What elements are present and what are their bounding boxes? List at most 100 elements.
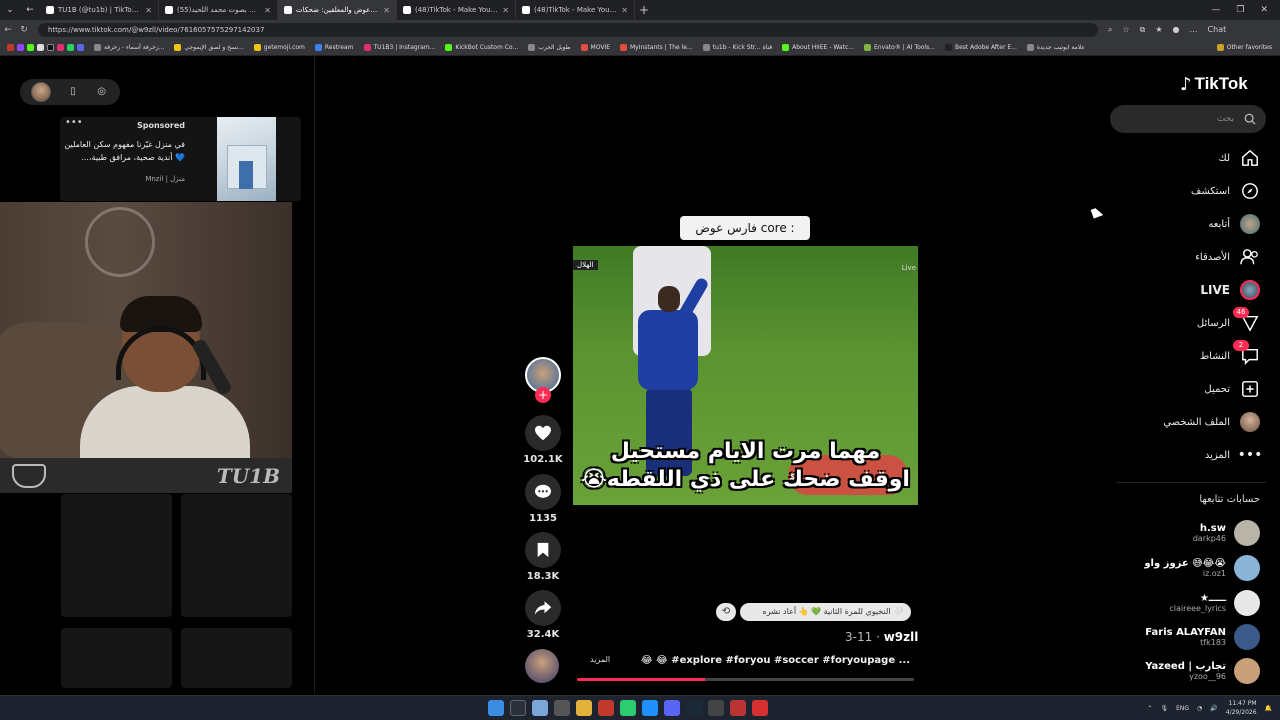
following-account[interactable]: Yazeed | تجارب yzoo__96 — [1145, 655, 1260, 687]
nav-item-more[interactable]: المزيد ••• — [1205, 443, 1263, 467]
task-view-icon[interactable] — [554, 700, 570, 716]
obs-icon[interactable] — [730, 700, 746, 716]
back-icon[interactable]: ← — [0, 25, 16, 35]
share-button[interactable] — [525, 590, 561, 626]
notification-icon[interactable]: 🔔 — [1265, 705, 1272, 712]
following-account[interactable]: عزوز واو 😅😂😭 iz.oz1 — [1144, 552, 1260, 584]
chevron-up-icon[interactable]: ⌃ — [1147, 705, 1152, 712]
app-icon[interactable] — [620, 700, 636, 716]
youtube-icon[interactable] — [7, 44, 14, 51]
bookmark-item[interactable]: MyInstants | The le... — [617, 44, 696, 51]
nav-item-friends[interactable]: الأصدقاء — [1195, 245, 1260, 269]
copilot-chat-button[interactable]: Chat — [1208, 25, 1227, 35]
mic-icon[interactable]: 🎙 — [1160, 705, 1168, 712]
video-thumbnail-card[interactable] — [61, 628, 172, 688]
compass-icon[interactable]: ◎ — [95, 85, 109, 99]
nav-item-explore[interactable]: استكشف — [1191, 179, 1260, 203]
new-tab-button[interactable]: + — [635, 3, 653, 17]
close-tab-icon[interactable]: ✕ — [145, 6, 152, 15]
close-window-icon[interactable]: ✕ — [1260, 5, 1268, 15]
bookmark-item[interactable]: Restream — [312, 44, 357, 51]
browser-tab[interactable]: (55)سورة الفرقان بصوت محمد اللحيد ✕ — [159, 0, 278, 20]
close-tab-icon[interactable]: ✕ — [621, 6, 628, 15]
following-account[interactable]: Faris ALAYFAN tfk183 — [1145, 621, 1260, 653]
app-icon[interactable] — [708, 700, 724, 716]
bookmark-item[interactable]: About HIIEE - Watc... — [779, 44, 857, 51]
steam-icon[interactable] — [686, 700, 702, 716]
discord-icon[interactable] — [664, 700, 680, 716]
video-player[interactable]: الهلال Live مهما مرت الايام مستحيل اوقف … — [573, 246, 918, 505]
video-thumbnail-card[interactable] — [181, 494, 292, 617]
nav-item-following[interactable]: أتابعه — [1208, 212, 1260, 236]
menu-icon[interactable]: … — [1190, 25, 1198, 35]
close-tab-icon[interactable]: ✕ — [264, 6, 271, 15]
bookmark-item[interactable]: getemoji.com — [251, 44, 308, 51]
bookmark-item[interactable]: Best Adobe After E... — [942, 44, 1020, 51]
adobe-icon[interactable] — [752, 700, 768, 716]
bookmark-item[interactable]: نسخ و لصق الإيموجي... — [171, 44, 246, 51]
clock[interactable]: 11:47 PM 4/29/2026 — [1226, 699, 1257, 717]
more-link[interactable]: المزيد — [590, 655, 610, 666]
url-input[interactable]: https://www.tiktok.com/@w9zll/video/7616… — [38, 23, 1098, 37]
other-favorites[interactable]: Other favorites — [1214, 44, 1280, 51]
browser-tab[interactable]: (48)TikTok - Make Your Day ✕ — [516, 0, 635, 20]
x-icon[interactable] — [37, 44, 44, 51]
nav-item-upload[interactable]: تحميل — [1204, 377, 1260, 401]
start-icon[interactable] — [488, 700, 504, 716]
tab-list-icon[interactable]: ⌄ — [0, 5, 20, 15]
bookmark-item[interactable]: زخرفة أسماء - زخرفة... — [91, 44, 167, 51]
like-button[interactable] — [525, 415, 561, 451]
tiktok-logo[interactable]: ♪ TikTok — [1180, 73, 1248, 95]
twitch-icon[interactable] — [17, 44, 24, 51]
favorites-icon[interactable]: ★ — [1155, 25, 1162, 35]
refresh-icon[interactable]: ↻ — [16, 25, 32, 35]
repost-icon[interactable]: ⟲ — [716, 603, 736, 621]
bookmark-item[interactable]: علامة ابوتيب جديدة — [1024, 44, 1088, 51]
edge-icon[interactable] — [642, 700, 658, 716]
nav-item-for-you[interactable]: لك — [1219, 146, 1260, 170]
favorite-star-icon[interactable]: ☆ — [1122, 25, 1129, 35]
kick-icon[interactable] — [27, 44, 34, 51]
search-input[interactable]: بحث — [1110, 105, 1266, 133]
video-progress-bar[interactable] — [577, 678, 914, 681]
author-username[interactable]: w9zll — [884, 630, 919, 644]
video-thumbnail-card[interactable] — [61, 494, 172, 617]
wifi-icon[interactable]: ◔ — [1197, 705, 1202, 712]
bookmark-item[interactable]: Envato® | AI Tools... — [861, 44, 938, 51]
nav-item-profile[interactable]: الملف الشخصي — [1163, 410, 1260, 434]
following-account[interactable]: h.sw darkp46 — [1193, 517, 1260, 549]
extensions-icon[interactable]: ⧉ — [1140, 25, 1146, 35]
nav-item-live[interactable]: LIVE — [1200, 278, 1260, 302]
nav-item-messages[interactable]: الرسائل 46 — [1197, 307, 1260, 335]
close-tab-icon[interactable]: ✕ — [502, 6, 509, 15]
volume-icon[interactable]: 🔊 — [1210, 705, 1217, 712]
next-creator-avatar[interactable] — [525, 649, 559, 683]
minimize-icon[interactable]: — — [1211, 5, 1220, 15]
nav-item-activity[interactable]: النشاط 2 — [1200, 340, 1260, 368]
sponsored-card[interactable]: ••• Sponsored في منزل غيّرنا مفهوم سكن ا… — [60, 117, 301, 201]
bookmark-item[interactable]: TU1B3 | Instagram... — [361, 44, 439, 51]
zoom-icon[interactable]: ⌕ — [1108, 25, 1112, 35]
save-button[interactable] — [525, 532, 561, 568]
tiktok-icon[interactable] — [47, 44, 54, 51]
repost-chip[interactable]: 🤍 النخيوي للمرة الثانية 💚 👆 أعاد نشره — [740, 603, 911, 621]
discord-icon[interactable] — [77, 44, 84, 51]
file-explorer-icon[interactable] — [576, 700, 592, 716]
profile-icon[interactable]: ● — [1173, 25, 1180, 35]
language-indicator[interactable]: ENG — [1176, 705, 1189, 712]
bookmark-item[interactable]: tu1b - Kick Str... قناة — [700, 44, 775, 51]
bookmark-item[interactable]: MOVIE — [578, 44, 613, 51]
tab-back-icon[interactable]: ← — [20, 5, 40, 15]
maximize-icon[interactable]: ❐ — [1236, 5, 1244, 15]
browser-tab[interactable]: (48)TikTok - Make Your Day ✕ — [397, 0, 516, 20]
browser-tab[interactable]: TU1B (@tu1b) | TikTok(48) ✕ — [40, 0, 159, 20]
bookmark-item[interactable]: KickBot Custom Co... — [442, 44, 521, 51]
close-tab-icon[interactable]: ✕ — [383, 6, 390, 15]
browser-tab-active[interactable]: فارس عوض والمعلقين: ضحكات ✕ — [278, 0, 397, 20]
video-thumbnail-card[interactable] — [181, 628, 292, 688]
bookmark-item[interactable]: طويل الحرب — [525, 44, 573, 51]
user-avatar[interactable] — [31, 82, 52, 102]
copilot-icon[interactable] — [532, 700, 548, 716]
phone-icon[interactable]: ▯ — [66, 85, 80, 99]
following-account[interactable]: ★ـــــ claireee_lyrics — [1169, 587, 1260, 619]
